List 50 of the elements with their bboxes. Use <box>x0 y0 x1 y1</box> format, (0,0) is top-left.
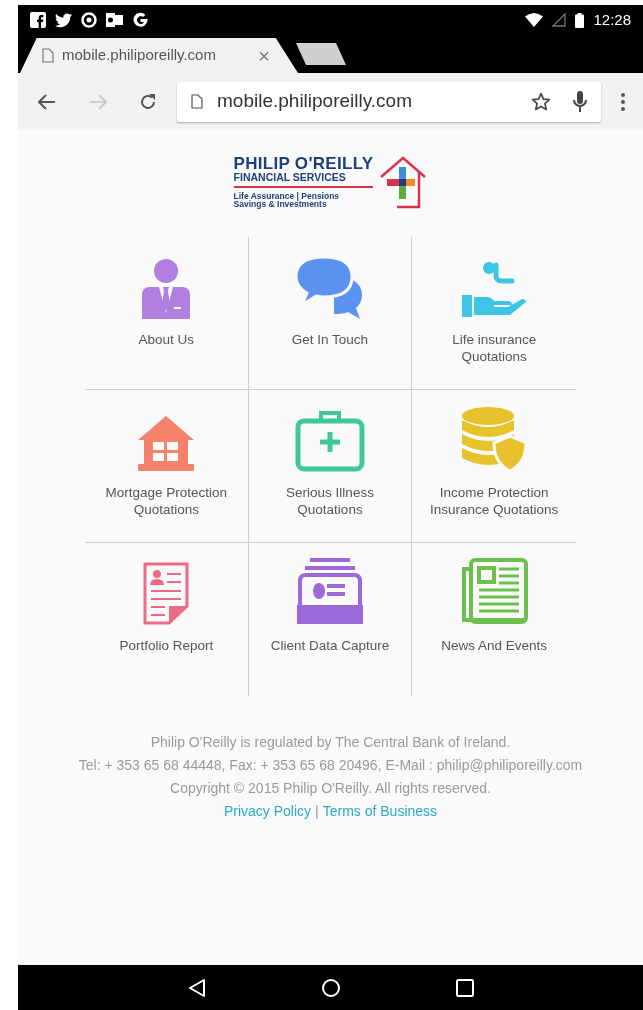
tile-link[interactable]: Get In Touch <box>291 331 369 348</box>
logo-tagline: Savings & Investments <box>233 200 328 209</box>
tile-link[interactable]: Client Data Capture <box>270 637 390 654</box>
circle-icon <box>81 12 97 28</box>
newspaper-icon <box>459 557 530 625</box>
tile-link[interactable]: Life insurance Quotations <box>452 331 537 365</box>
browser-tab[interactable]: mobile.philiporeilly.com × <box>20 38 298 73</box>
page-icon <box>191 94 203 109</box>
company-logo[interactable]: PHILIP O'REILLY FINANCIAL SERVICES Life Assurance | Pensions Savings & Investments <box>233 155 428 209</box>
home-circle-icon[interactable] <box>320 977 341 998</box>
footer-text: Philip O'Reilly is regulated by The Central Bank of Ireland. <box>150 733 511 752</box>
tab-title: mobile.philiporeilly.com <box>62 45 216 66</box>
bird-icon <box>55 12 72 28</box>
star-icon[interactable] <box>531 91 551 112</box>
clock-time: 12:28 <box>593 9 631 30</box>
back-icon[interactable] <box>38 93 56 110</box>
logo-name: PHILIP O'REILLY <box>233 155 374 173</box>
footer-text: Tel: + 353 65 68 44448, Fax: + 353 65 68 20496, E-Mail : philip@philiporeilly.com <box>78 756 583 775</box>
reload-icon[interactable] <box>139 92 157 111</box>
address-bar[interactable]: mobile.philiporeilly.com <box>177 81 601 122</box>
new-tab-button[interactable] <box>296 43 346 65</box>
recents-square-icon[interactable] <box>455 978 474 997</box>
tile-link[interactable]: Mortgage Protection Quotations <box>105 484 228 518</box>
close-tab-button[interactable]: × <box>258 45 270 66</box>
tile-link[interactable]: Income Protection Insurance Quotations <box>430 484 559 518</box>
card-file-icon <box>295 557 365 625</box>
house-icon <box>136 414 197 472</box>
tile-link[interactable]: About Us <box>138 331 195 348</box>
wifi-icon <box>525 13 544 27</box>
tile-link[interactable]: News And Events <box>441 637 548 654</box>
mail-app-icon <box>106 13 123 27</box>
tile-link[interactable]: Serious Illness Quotations <box>286 484 374 518</box>
footer-text: Copyright © 2015 Philip O'Reilly. All rights reserved. <box>170 779 491 798</box>
url-text: mobile.philiporeilly.com <box>217 89 412 114</box>
page-icon <box>42 48 54 63</box>
logo-tagline: Life Assurance | Pensions <box>233 191 341 201</box>
link-separator: | <box>315 802 319 821</box>
back-triangle-icon[interactable] <box>187 977 206 998</box>
menu-icon[interactable] <box>621 92 625 111</box>
signal-icon <box>552 13 567 27</box>
document-icon <box>142 561 191 625</box>
house-cross-icon <box>379 155 428 209</box>
battery-icon <box>575 12 585 28</box>
facebook-icon <box>30 12 46 28</box>
medical-case-icon <box>295 408 365 472</box>
logo-subtitle: FINANCIAL SERVICES <box>233 172 374 188</box>
microphone-icon[interactable] <box>573 90 587 113</box>
google-icon <box>132 11 149 29</box>
tile-link[interactable]: Portfolio Report <box>119 637 214 654</box>
hand-figure-icon <box>460 261 529 319</box>
